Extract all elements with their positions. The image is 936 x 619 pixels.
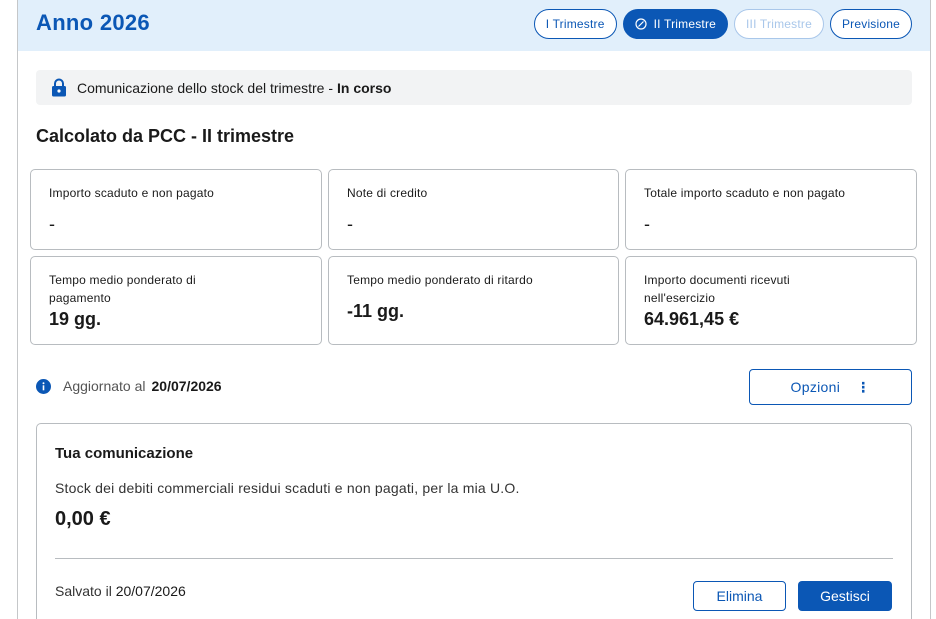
lock-icon [52,78,66,97]
section-title: Calcolato da PCC - II trimestre [36,126,295,146]
metric-value: -11 gg. [347,301,405,321]
updated-date: 20/07/2026 [151,378,222,394]
communication-title: Tua comunicazione [55,445,194,462]
status-text: Comunicazione dello stock del trimestre … [77,79,333,96]
tab-second-quarter[interactable]: II Trimestre [622,9,729,39]
communication-amount: 0,00 € [55,508,111,530]
metric-card-total-overdue: Totale importo scaduto e non pagato - [625,169,917,250]
status-banner: Comunicazione dello stock del trimestre … [36,70,912,105]
metric-value: 19 gg. [49,309,102,329]
updated-label: Aggiornato al [63,378,146,394]
metric-card-payment-time: Tempo medio ponderato di pagamento 19 gg… [30,256,322,345]
more-vertical-icon: ⋮ [856,378,871,395]
metric-label: Tempo medio ponderato di pagamento [49,273,196,305]
tab-first-quarter[interactable]: I Trimestre [533,9,617,39]
tab-third-quarter[interactable]: III Trimestre [734,9,824,39]
tab-forecast[interactable]: Previsione [829,9,912,39]
tab-second-quarter-label: II Trimestre [653,17,717,31]
options-label: Opzioni [790,379,841,395]
metric-label: Tempo medio ponderato di ritardo [347,273,533,287]
delete-button[interactable]: Elimina [693,581,786,611]
saved-info: Salvato il 20/07/2026 [55,583,186,599]
options-button[interactable]: Opzioni ⋮ [749,369,912,405]
check-circle-icon [635,18,647,30]
metric-label: Importo scaduto e non pagato [49,186,215,200]
year-header: Anno 2026 I Trimestre II Trimestre III T… [18,0,930,51]
metric-value: - [644,214,650,234]
metric-value: - [49,214,55,234]
status-state: In corso [337,79,392,96]
year-title: Anno 2026 [36,10,150,35]
metric-card-delay-time: Tempo medio ponderato di ritardo -11 gg. [328,256,619,345]
metric-card-overdue: Importo scaduto e non pagato - [30,169,322,250]
metric-label: Importo documenti ricevuti nell'esercizi… [644,273,790,305]
communication-card: Tua comunicazione Stock dei debiti comme… [36,423,912,619]
page-frame: Anno 2026 I Trimestre II Trimestre III T… [17,0,931,619]
quarter-tabs: I Trimestre II Trimestre III Trimestre P… [533,9,912,39]
metric-label: Note di credito [347,186,428,200]
info-icon [36,378,51,394]
saved-date: 20/07/2026 [115,583,186,599]
manage-button[interactable]: Gestisci [798,581,892,611]
communication-description: Stock dei debiti commerciali residui sca… [55,480,520,496]
metric-value: 64.961,45 € [644,309,740,329]
metric-card-documents-amount: Importo documenti ricevuti nell'esercizi… [625,256,917,345]
divider [55,558,893,559]
metric-label: Totale importo scaduto e non pagato [644,186,846,200]
last-updated: Aggiornato al 20/07/2026 [36,378,222,394]
metric-value: - [347,214,353,234]
metric-card-credit-notes: Note di credito - [328,169,619,250]
saved-label: Salvato il [55,583,112,599]
